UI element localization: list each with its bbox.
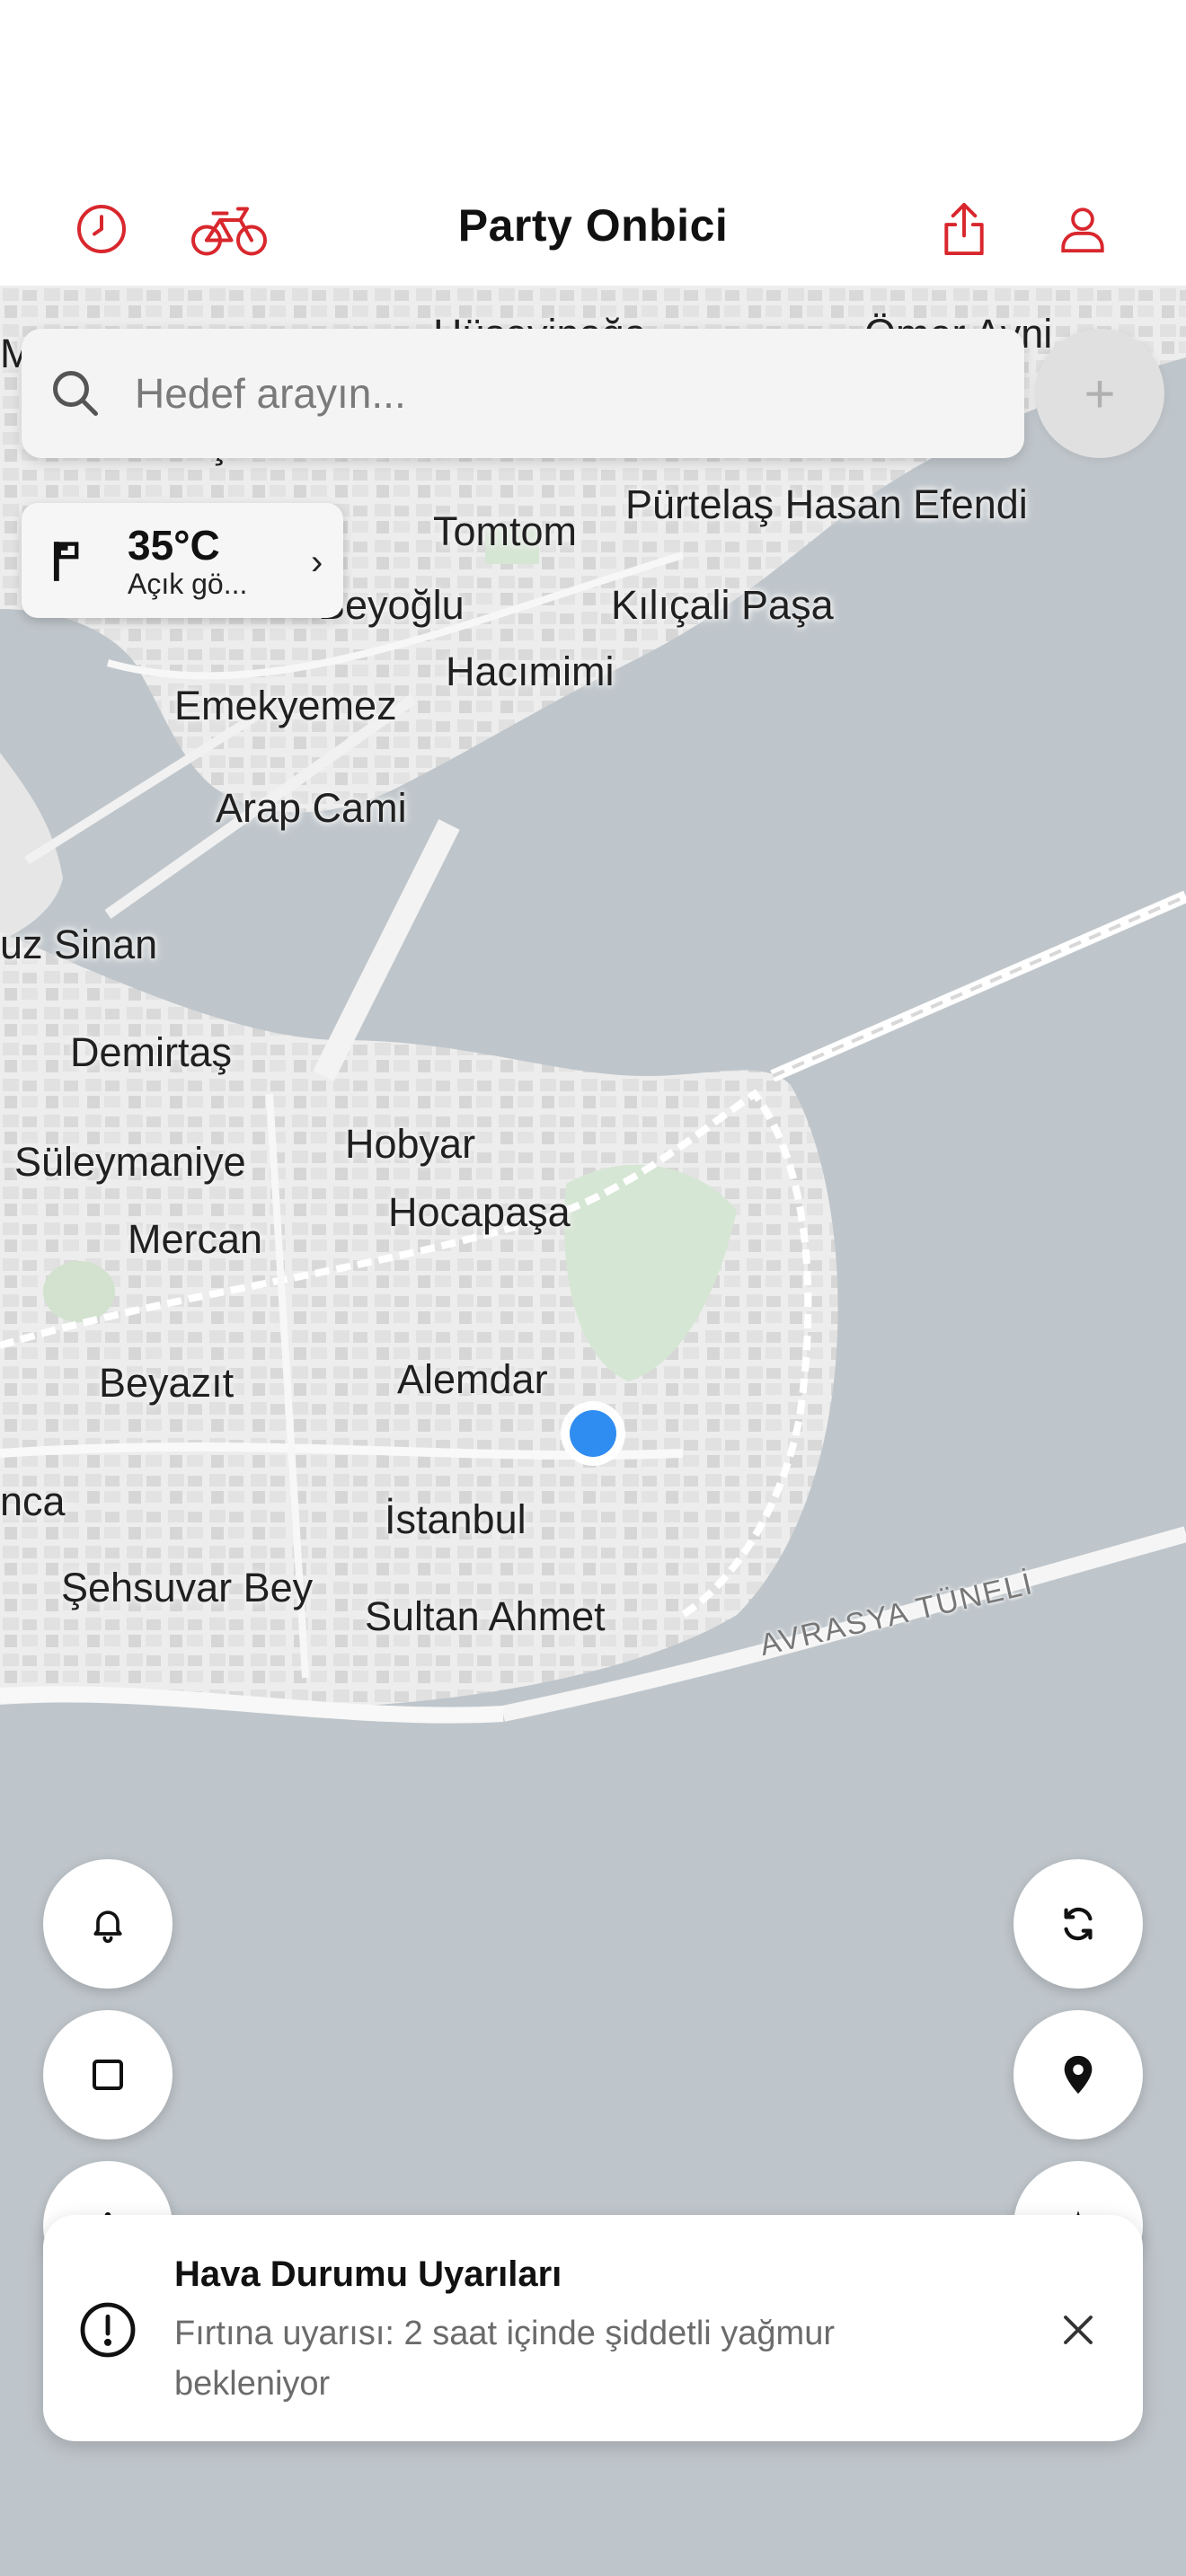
- place-label: Kılıçali Paşa: [611, 582, 834, 628]
- place-label: Beyazıt: [99, 1360, 235, 1406]
- status-bar-area: [0, 0, 1186, 180]
- weather-alert-banner: Hava Durumu Uyarıları Fırtına uyarısı: 2…: [43, 2215, 1143, 2441]
- search-bar[interactable]: [22, 329, 1024, 458]
- search-icon: [53, 371, 98, 416]
- app-header: Party Onbici: [0, 180, 1186, 286]
- notifications-button[interactable]: [43, 1859, 173, 1989]
- place-label: Emekyemez: [174, 683, 397, 728]
- share-icon: [944, 202, 984, 256]
- profile-button[interactable]: [1042, 189, 1123, 269]
- chevron-right-icon: ›: [311, 543, 323, 582]
- place-label: uz Sinan: [0, 922, 158, 967]
- flag-icon: [53, 542, 79, 581]
- weather-description: Açık gö...: [128, 568, 248, 600]
- place-label: Sultan Ahmet: [365, 1593, 606, 1639]
- square-icon: [93, 2060, 123, 2090]
- place-label: Mercan: [128, 1216, 263, 1262]
- place-label: Hacımimi: [446, 648, 615, 694]
- close-icon: [1064, 2316, 1093, 2344]
- bell-icon: [93, 1910, 122, 1944]
- place-label: nca: [0, 1478, 66, 1524]
- place-label: Demirtaş: [70, 1029, 233, 1075]
- place-label: Şehsuvar Bey: [61, 1565, 314, 1610]
- weather-widget[interactable]: 35°C Açık gö... ›: [22, 503, 343, 618]
- user-icon: [1061, 207, 1104, 253]
- add-button[interactable]: +: [1035, 329, 1164, 458]
- square-button[interactable]: [43, 2010, 173, 2139]
- share-button[interactable]: [924, 189, 1005, 269]
- alert-title: Hava Durumu Uyarıları: [174, 2254, 562, 2294]
- alert-icon: [80, 2302, 136, 2358]
- place-label: Pürtelaş Hasan Efendi: [625, 481, 1028, 527]
- alert-message: Fırtına uyarısı: 2 saat içinde şiddetli …: [174, 2315, 835, 2403]
- refresh-button[interactable]: [1013, 1859, 1143, 1989]
- user-location-marker: [561, 1401, 625, 1466]
- place-label: Alemdar: [397, 1356, 548, 1402]
- place-label: Tomtom: [433, 508, 578, 554]
- alert-close-button[interactable]: [1042, 2294, 1114, 2366]
- place-label: Hobyar: [345, 1121, 476, 1167]
- place-label: Süleymaniye: [14, 1139, 246, 1185]
- location-pin-icon: [1064, 2055, 1093, 2095]
- app-title: Party Onbici: [457, 200, 729, 251]
- location-button[interactable]: [1013, 2010, 1143, 2139]
- place-label: İstanbul: [385, 1496, 527, 1542]
- refresh-icon: [1064, 1907, 1093, 1941]
- weather-temperature: 35°C: [128, 522, 220, 569]
- place-label: Arap Cami: [216, 785, 407, 831]
- search-input[interactable]: [133, 368, 945, 419]
- place-label: Hocapaşa: [388, 1189, 571, 1235]
